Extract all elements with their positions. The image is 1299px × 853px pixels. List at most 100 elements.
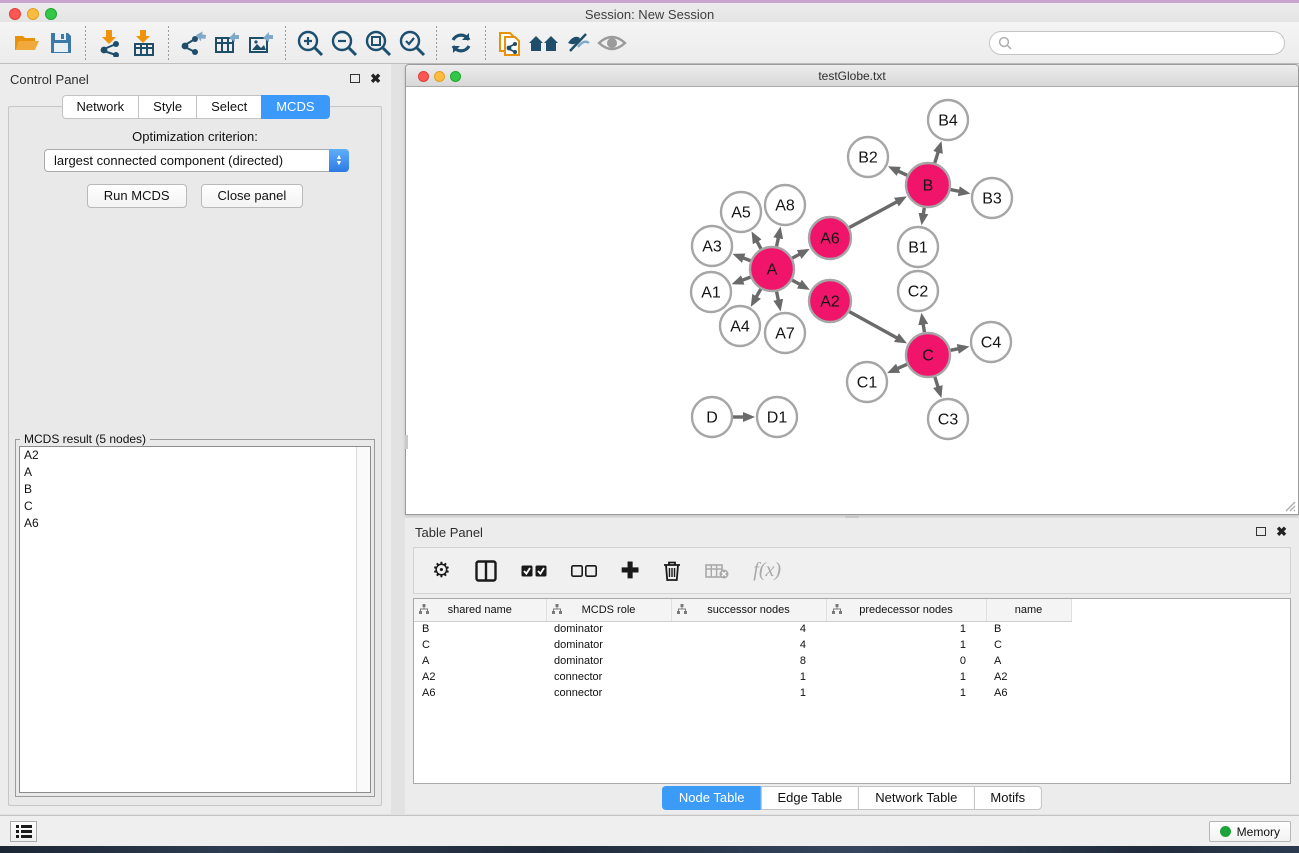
export-image-icon[interactable] — [244, 27, 278, 59]
tab-select[interactable]: Select — [196, 95, 261, 119]
zoom-in-icon[interactable] — [293, 27, 327, 59]
graph-edge-C-C2[interactable] — [923, 323, 925, 333]
graph-edge-A6-B[interactable] — [849, 201, 898, 227]
close-table-panel-icon[interactable]: ✖ — [1276, 525, 1287, 538]
graph-edge-A-A4[interactable] — [756, 289, 761, 298]
table-cell[interactable]: A2 — [986, 669, 1071, 685]
result-item[interactable]: B — [20, 481, 370, 498]
table-cell[interactable]: dominator — [546, 637, 671, 653]
eye-icon[interactable] — [595, 27, 629, 59]
float-panel-icon[interactable] — [350, 74, 360, 83]
graph-edge-B-B1[interactable] — [923, 208, 924, 216]
column-header-successor-nodes[interactable]: successor nodes — [671, 599, 826, 621]
table-settings-gear-icon[interactable]: ⚙ — [432, 560, 451, 581]
task-history-button[interactable] — [10, 821, 37, 842]
search-input[interactable] — [989, 31, 1285, 55]
zoom-fit-icon[interactable] — [361, 27, 395, 59]
table-row[interactable]: Bdominator41B — [414, 621, 1071, 637]
home-icon[interactable] — [527, 27, 561, 59]
graph-edge-B-B3[interactable] — [951, 190, 961, 192]
zoom-out-icon[interactable] — [327, 27, 361, 59]
table-cell[interactable]: 1 — [671, 685, 826, 701]
vertical-splitter-handle[interactable] — [405, 435, 408, 449]
table-cell[interactable]: 4 — [671, 637, 826, 653]
network-graph[interactable]: B4B2BB3A5A8A6A3B1AA1C2A2A4A7C4CC1C3DD1 — [407, 87, 1298, 514]
close-panel-button[interactable]: Close panel — [201, 184, 304, 208]
result-item[interactable]: A6 — [20, 515, 370, 532]
graph-edge-C-C1[interactable] — [896, 364, 907, 369]
graph-edge-B-B2[interactable] — [897, 171, 907, 176]
graph-edge-A-A7[interactable] — [777, 292, 779, 302]
create-column-icon[interactable]: ✚ — [621, 561, 639, 581]
column-header-name[interactable]: name — [986, 599, 1071, 621]
zoom-selected-icon[interactable] — [395, 27, 429, 59]
network-canvas[interactable]: B4B2BB3A5A8A6A3B1AA1C2A2A4A7C4CC1C3DD1 — [407, 87, 1297, 513]
import-table-icon[interactable] — [127, 27, 161, 59]
show-columns-icon[interactable] — [475, 560, 497, 582]
export-table-icon[interactable] — [210, 27, 244, 59]
tab-motifs[interactable]: Motifs — [973, 786, 1042, 810]
table-cell[interactable]: B — [414, 621, 546, 637]
memory-button[interactable]: Memory — [1209, 821, 1291, 842]
tab-mcds[interactable]: MCDS — [261, 95, 329, 119]
result-scrollbar[interactable] — [356, 447, 370, 792]
node-table-container[interactable]: shared nameMCDS rolesuccessor nodesprede… — [413, 598, 1291, 784]
table-cell[interactable]: dominator — [546, 621, 671, 637]
table-cell[interactable]: C — [986, 637, 1071, 653]
table-cell[interactable]: A6 — [986, 685, 1071, 701]
criterion-dropdown[interactable]: largest connected component (directed) ▲… — [44, 149, 349, 172]
select-all-columns-icon[interactable] — [521, 565, 547, 577]
import-network-icon[interactable] — [93, 27, 127, 59]
graph-edge-A-A1[interactable] — [741, 277, 751, 281]
graph-edge-C-C3[interactable] — [935, 377, 939, 389]
table-cell[interactable]: B — [986, 621, 1071, 637]
graph-edge-C-C4[interactable] — [951, 348, 960, 350]
table-row[interactable]: Adominator80A — [414, 653, 1071, 669]
export-network-icon[interactable] — [176, 27, 210, 59]
mcds-result-list[interactable]: A2ABCA6 — [19, 446, 371, 793]
table-cell[interactable]: A6 — [414, 685, 546, 701]
table-row[interactable]: A6connector11A6 — [414, 685, 1071, 701]
table-cell[interactable]: 1 — [826, 669, 986, 685]
delete-column-icon[interactable] — [663, 560, 681, 582]
graph-edge-B-B4[interactable] — [935, 151, 939, 163]
float-table-panel-icon[interactable] — [1256, 527, 1266, 536]
table-cell[interactable]: 1 — [826, 621, 986, 637]
new-network-from-selection-icon[interactable] — [493, 27, 527, 59]
column-header-shared-name[interactable]: shared name — [414, 599, 546, 621]
graph-edge-A2-C[interactable] — [849, 312, 898, 339]
deselect-all-columns-icon[interactable] — [571, 565, 597, 577]
refresh-layout-icon[interactable] — [444, 27, 478, 59]
function-builder-icon[interactable]: f(x) — [753, 559, 781, 582]
table-cell[interactable]: 4 — [671, 621, 826, 637]
table-cell[interactable]: 0 — [826, 653, 986, 669]
table-cell[interactable]: connector — [546, 669, 671, 685]
table-cell[interactable]: A — [986, 653, 1071, 669]
column-header-MCDS-role[interactable]: MCDS role — [546, 599, 671, 621]
network-window-titlebar[interactable]: testGlobe.txt — [406, 65, 1298, 87]
graph-edge-A-A5[interactable] — [756, 240, 761, 249]
graph-edge-A-A3[interactable] — [742, 257, 751, 260]
resize-grip-icon[interactable] — [1282, 498, 1296, 512]
table-cell[interactable]: dominator — [546, 653, 671, 669]
tab-node-table[interactable]: Node Table — [662, 786, 761, 810]
close-panel-icon[interactable]: ✖ — [370, 72, 381, 85]
result-item[interactable]: C — [20, 498, 370, 515]
table-row[interactable]: A2connector11A2 — [414, 669, 1071, 685]
table-cell[interactable]: 8 — [671, 653, 826, 669]
table-cell[interactable]: 1 — [671, 669, 826, 685]
table-cell[interactable]: C — [414, 637, 546, 653]
column-header-predecessor-nodes[interactable]: predecessor nodes — [826, 599, 986, 621]
graph-edge-A-A8[interactable] — [777, 236, 779, 246]
tab-style[interactable]: Style — [138, 95, 196, 119]
table-cell[interactable]: A2 — [414, 669, 546, 685]
table-cell[interactable]: A — [414, 653, 546, 669]
graph-edge-A-A6[interactable] — [792, 254, 801, 259]
table-cell[interactable]: 1 — [826, 637, 986, 653]
result-item[interactable]: A — [20, 464, 370, 481]
result-item[interactable]: A2 — [20, 447, 370, 464]
table-cell[interactable]: connector — [546, 685, 671, 701]
show-graphics-details-icon[interactable] — [561, 27, 595, 59]
table-cell[interactable]: 1 — [826, 685, 986, 701]
save-session-icon[interactable] — [44, 27, 78, 59]
